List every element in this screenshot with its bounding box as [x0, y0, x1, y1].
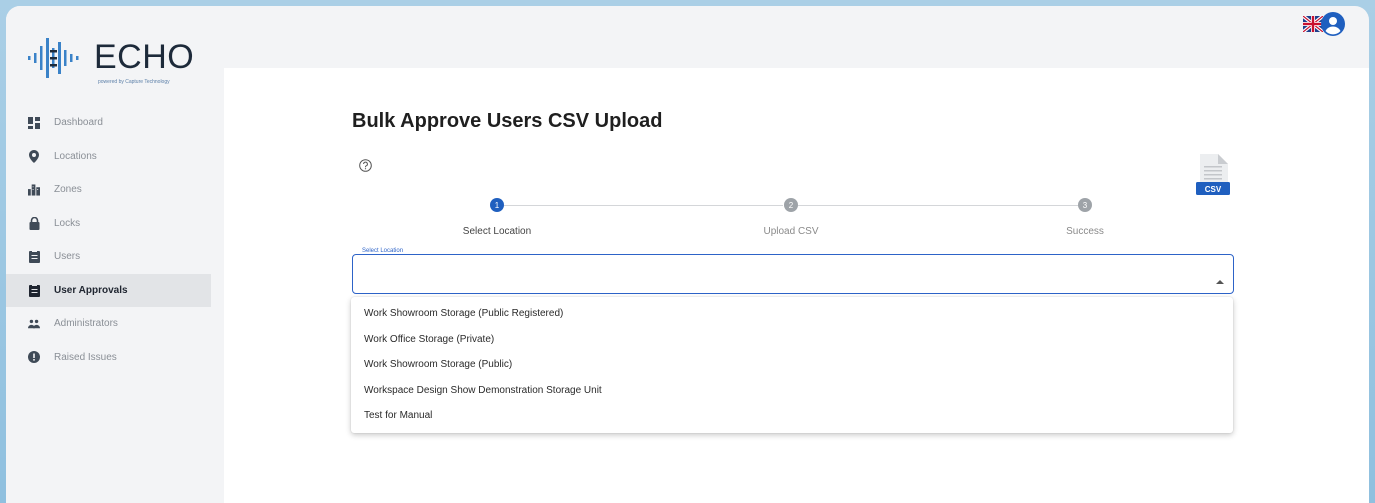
csv-badge-label: CSV [1205, 185, 1222, 194]
sidebar-item-label: Locations [54, 150, 97, 162]
sidebar-item-dashboard[interactable]: Dashboard [6, 106, 211, 140]
step-3-indicator: 3 [1078, 198, 1092, 212]
sidebar-item-locks[interactable]: Locks [6, 207, 211, 241]
main-content: Bulk Approve Users CSV Upload CSV 1 2 3 … [224, 68, 1369, 503]
clipboard-icon [28, 283, 40, 297]
caret-up-icon[interactable] [1216, 271, 1224, 289]
sidebar-item-raised-issues[interactable]: Raised Issues [6, 341, 211, 375]
alert-icon [28, 351, 40, 364]
clipboard-icon [28, 250, 40, 264]
step-1-indicator: 1 [490, 198, 504, 212]
sidebar-item-user-approvals[interactable]: User Approvals [6, 273, 211, 307]
brand-tagline: powered by Capture Technology [98, 79, 170, 85]
echo-logo-icon [28, 38, 79, 78]
brand-name: ECHO [94, 38, 195, 76]
step-2-label: Upload CSV [763, 226, 819, 237]
dropdown-option[interactable]: Workspace Design Show Demonstration Stor… [351, 378, 1233, 404]
select-location-label: Select Location [359, 248, 407, 254]
sidebar-item-administrators[interactable]: Administrators [6, 307, 211, 341]
dashboard-icon [28, 116, 40, 129]
dropdown-option[interactable]: Work Showroom Storage (Public Registered… [351, 301, 1233, 327]
sidebar-item-label: User Approvals [54, 284, 128, 296]
buildings-icon [28, 184, 40, 196]
sidebar-item-zones[interactable]: Zones [6, 173, 211, 207]
sidebar-item-label: Administrators [54, 318, 118, 330]
sidebar-item-locations[interactable]: Locations [6, 140, 211, 174]
uk-flag-icon[interactable] [1301, 14, 1325, 37]
sidebar-item-users[interactable]: Users [6, 240, 211, 274]
dropdown-option[interactable]: Work Showroom Storage (Public) [351, 352, 1233, 378]
step-1-label: Select Location [462, 226, 532, 237]
location-dropdown-menu: Work Showroom Storage (Public Registered… [351, 297, 1233, 433]
stepper: 1 2 3 Select Location Upload CSV Success [352, 196, 1232, 240]
sidebar: ECHO powered by Capture Technology Dashb… [6, 6, 211, 503]
people-icon [28, 318, 40, 330]
user-avatar-icon[interactable] [1321, 12, 1345, 41]
step-connector [504, 205, 783, 206]
sidebar-item-label: Users [54, 251, 81, 263]
dropdown-option[interactable]: Test for Manual [351, 403, 1233, 429]
sidebar-item-label: Zones [54, 184, 82, 196]
sidebar-item-label: Raised Issues [54, 351, 117, 363]
step-3-label: Success [1066, 226, 1104, 237]
sidebar-nav: Dashboard Locations Zones Locks Users Us… [6, 106, 211, 374]
dropdown-option[interactable]: Work Office Storage (Private) [351, 327, 1233, 353]
app-window: ECHO powered by Capture Technology Dashb… [6, 6, 1369, 503]
page-title: Bulk Approve Users CSV Upload [352, 110, 663, 132]
sidebar-item-label: Locks [54, 217, 81, 229]
select-location-field[interactable]: Select Location [352, 248, 1234, 294]
logo: ECHO powered by Capture Technology [26, 34, 206, 94]
top-bar [211, 6, 1369, 68]
lock-icon [28, 216, 40, 230]
location-pin-icon [28, 149, 40, 163]
sidebar-item-label: Dashboard [54, 117, 103, 129]
step-connector [798, 205, 1078, 206]
step-2-indicator: 2 [784, 198, 798, 212]
help-icon[interactable] [359, 159, 372, 177]
